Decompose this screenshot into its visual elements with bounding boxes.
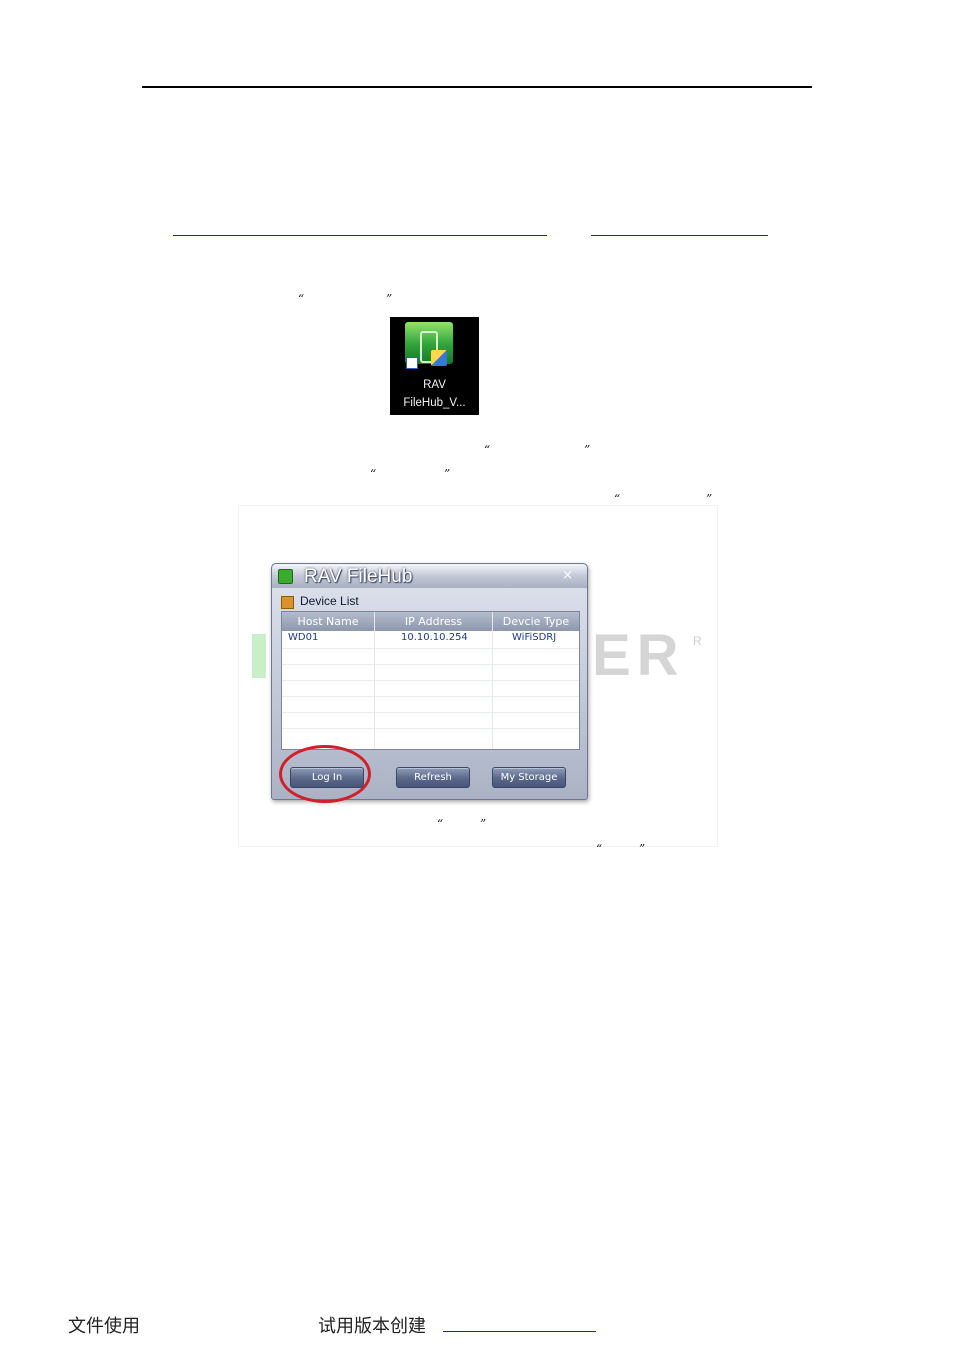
my-storage-button[interactable]: My Storage — [492, 767, 566, 788]
quote-close: ” — [639, 842, 646, 856]
dialog-title: RAV FileHub — [304, 566, 413, 587]
quote-open: “ — [370, 467, 377, 481]
rav-filehub-desktop-icon[interactable]: RAV FileHub_V... — [390, 317, 479, 415]
cell-ip-address: 10.10.10.254 — [401, 632, 468, 643]
close-icon[interactable]: × — [562, 568, 573, 583]
icon-label-line1: RAV — [423, 379, 446, 391]
website-link-underline[interactable] — [591, 235, 768, 236]
row-divider — [282, 664, 579, 665]
watermark-fragment-left — [252, 634, 266, 678]
watermark-text: ER — [592, 623, 685, 688]
refresh-button[interactable]: Refresh — [396, 767, 470, 788]
quote-close: ” — [480, 817, 487, 831]
download-link-underline[interactable] — [173, 235, 547, 236]
quote-open: “ — [437, 817, 444, 831]
quote-open: “ — [596, 842, 603, 856]
quote-close: ” — [584, 443, 591, 457]
quote-close: ” — [386, 292, 393, 306]
footer-trial-text: 试用版本创建 — [318, 1316, 426, 1337]
shortcut-arrow-icon — [406, 357, 418, 369]
icon-label-line2: FileHub_V... — [403, 397, 466, 409]
device-table: Host Name IP Address Devcie Type WD01 10… — [281, 611, 580, 750]
quote-open: “ — [614, 492, 621, 506]
shield-icon — [431, 350, 447, 366]
cell-device-type: WiFiSDRJ — [512, 632, 557, 643]
column-header-host-name[interactable]: Host Name — [282, 612, 375, 631]
watermark-registered-mark: R — [693, 634, 702, 648]
quote-close: ” — [444, 467, 451, 481]
device-list-icon — [281, 596, 294, 609]
app-icon — [278, 569, 293, 584]
dialog-titlebar[interactable]: RAV FileHub × — [272, 564, 587, 588]
quote-open: “ — [298, 292, 305, 306]
footer-link-underline[interactable] — [443, 1331, 596, 1332]
row-divider — [282, 648, 579, 649]
row-divider — [282, 712, 579, 713]
cell-host-name: WD01 — [288, 632, 319, 643]
device-list-label: Device List — [300, 594, 359, 608]
footer-left-text: 文件使用 — [68, 1316, 140, 1337]
row-divider — [282, 696, 579, 697]
login-highlight-circle — [279, 745, 371, 803]
row-divider — [282, 680, 579, 681]
row-divider — [282, 728, 579, 729]
column-header-device-type[interactable]: Devcie Type — [493, 612, 579, 631]
column-header-ip-address[interactable]: IP Address — [375, 612, 493, 631]
quote-open: “ — [484, 443, 491, 457]
quote-close: ” — [706, 492, 713, 506]
header-rule — [142, 86, 812, 88]
